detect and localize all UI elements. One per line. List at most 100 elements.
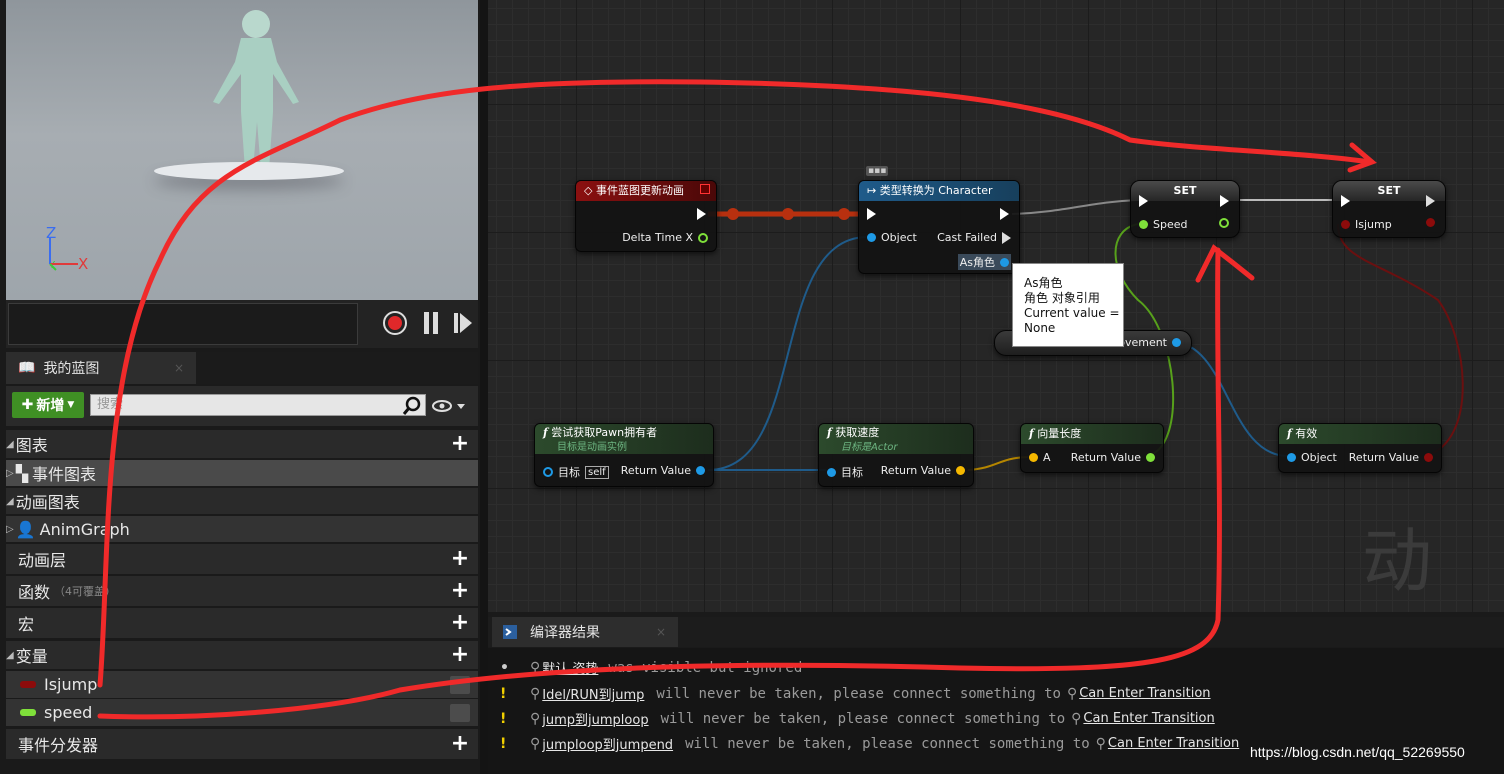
exec-out-pin[interactable]: [697, 208, 706, 220]
movement-out-pin[interactable]: ovement: [1118, 336, 1181, 349]
speed-out-pin[interactable]: [1219, 218, 1229, 228]
section-variables[interactable]: ◢ 变量 +: [6, 641, 478, 669]
section-graphs[interactable]: ◢ 图表 +: [6, 430, 478, 458]
add-macro-button[interactable]: +: [450, 612, 470, 634]
add-new-label: 新增: [36, 398, 65, 414]
return-value-label: Return Value: [620, 464, 691, 477]
target-pin[interactable]: 目标: [827, 464, 863, 480]
self-box: self: [585, 465, 609, 479]
search-input[interactable]: 搜索: [90, 394, 426, 416]
message-target-link[interactable]: Can Enter Transition: [1079, 686, 1210, 701]
tab-my-blueprint[interactable]: 📖 我的蓝图 ×: [6, 352, 196, 384]
function-icon: f: [1029, 427, 1034, 440]
record-icon[interactable]: [382, 310, 408, 336]
vector-length-node[interactable]: f 向量长度 A Return Value: [1020, 423, 1164, 473]
section-variables-label: 变量: [15, 647, 48, 666]
section-anim-layers[interactable]: 动画层 +: [6, 544, 478, 574]
return-value-pin[interactable]: Return Value: [1349, 451, 1433, 464]
visibility-icon[interactable]: [450, 675, 470, 694]
object-pin[interactable]: Object: [1287, 451, 1337, 464]
timeline-field[interactable]: [8, 303, 358, 345]
return-value-pin[interactable]: Return Value: [1071, 451, 1155, 464]
delegate-icon[interactable]: [700, 184, 710, 194]
a-pin[interactable]: A: [1029, 451, 1051, 464]
list-item: • ⚲ 默认 姿势 was visible but ignored: [500, 658, 802, 678]
close-icon[interactable]: ×: [656, 625, 666, 639]
exec-out-pin[interactable]: [1426, 195, 1435, 207]
graph-watermark: 动画: [1362, 520, 1434, 602]
cast-to-character-node[interactable]: ↦ 类型转换为 Character Object Cast Failed As角…: [858, 180, 1020, 274]
pause-icon[interactable]: [418, 310, 444, 336]
add-anim-layer-button[interactable]: +: [450, 548, 470, 570]
set-speed-node[interactable]: SET Speed: [1130, 180, 1240, 238]
object-pin-icon: [1172, 338, 1181, 347]
message-link[interactable]: Idel/RUN到jump: [542, 684, 644, 703]
compiler-results-tabbar: 编译器结果 ×: [488, 617, 1504, 647]
return-value-pin[interactable]: Return Value: [621, 464, 705, 477]
exec-in-pin[interactable]: [1341, 195, 1350, 207]
try-get-pawn-owner-node[interactable]: f 尝试获取Pawn拥有者 目标是动画实例 目标 self Return Val…: [534, 423, 714, 487]
return-value-pin[interactable]: Return Value: [881, 464, 965, 477]
anim-graph-label: AnimGraph: [39, 519, 130, 539]
delta-time-pin[interactable]: Delta Time X: [622, 231, 708, 244]
add-new-button[interactable]: ✚ 新增 ▼: [12, 392, 84, 418]
panel-splitter[interactable]: [480, 0, 488, 774]
isjump-pin[interactable]: Isjump: [1341, 218, 1392, 231]
section-macros[interactable]: 宏 +: [6, 608, 478, 638]
variable-isjump[interactable]: Isjump: [6, 671, 478, 698]
add-function-button[interactable]: +: [450, 580, 470, 602]
comment-icon[interactable]: ▪▪▪: [866, 166, 889, 176]
variable-speed[interactable]: speed: [6, 699, 478, 726]
step-forward-icon[interactable]: [450, 310, 476, 336]
item-anim-graph[interactable]: ▷ 👤 AnimGraph: [6, 516, 478, 542]
section-anim-graphs-label: 动画图表: [15, 493, 80, 512]
message-target-link[interactable]: Can Enter Transition: [1108, 736, 1239, 751]
return-value-label: Return Value: [880, 464, 951, 477]
tab-compiler-results[interactable]: 编译器结果 ×: [492, 617, 678, 647]
section-functions[interactable]: 函数 （4可覆盖） +: [6, 576, 478, 606]
is-valid-node[interactable]: f 有效 Object Return Value: [1278, 423, 1442, 473]
event-graph-canvas[interactable]: ◇ 事件蓝图更新动画 Delta Time X ▪▪▪ ↦ 类型转换为 Char…: [488, 0, 1504, 612]
warning-icon: !: [500, 735, 507, 752]
add-variable-button[interactable]: +: [450, 644, 470, 666]
viewport[interactable]: Z X Y: [6, 0, 478, 300]
get-velocity-node[interactable]: f 获取速度 目标是Actor 目标 Return Value: [818, 423, 974, 487]
warning-icon: !: [500, 710, 507, 727]
close-icon[interactable]: ×: [174, 361, 184, 375]
target-pin[interactable]: 目标 self: [543, 464, 609, 480]
event-blueprint-update-node[interactable]: ◇ 事件蓝图更新动画 Delta Time X: [575, 180, 717, 252]
as-character-label: As角色: [959, 256, 995, 269]
exec-out-pin[interactable]: [1000, 208, 1009, 220]
speed-pin[interactable]: Speed: [1139, 218, 1187, 231]
isjump-out-pin[interactable]: [1426, 218, 1435, 227]
exec-in-pin[interactable]: [1139, 195, 1148, 207]
set-isjump-node[interactable]: SET Isjump: [1332, 180, 1446, 238]
bool-pin-icon: [1341, 220, 1350, 229]
exec-icon: [1139, 195, 1148, 207]
visibility-icon[interactable]: [450, 703, 470, 722]
isjump-pin-label: Isjump: [1355, 218, 1392, 231]
event-graph-label: 事件图表: [32, 465, 97, 484]
exec-in-pin[interactable]: [867, 208, 876, 220]
message-link[interactable]: 默认 姿势: [542, 658, 598, 677]
exec-out-pin[interactable]: [1220, 195, 1229, 207]
add-graph-button[interactable]: +: [450, 433, 470, 455]
eye-icon[interactable]: [432, 398, 468, 414]
collapse-icon: ◢: [6, 649, 14, 661]
section-event-dispatchers[interactable]: 事件分发器 +: [6, 729, 478, 759]
exec-icon: [697, 208, 706, 220]
message-target-link[interactable]: Can Enter Transition: [1083, 711, 1214, 726]
return-value-label: Return Value: [1348, 451, 1419, 464]
object-pin[interactable]: Object: [867, 231, 917, 244]
add-event-dispatcher-button[interactable]: +: [450, 733, 470, 755]
message-link[interactable]: jumploop到jumpend: [542, 734, 673, 753]
cast-failed-pin[interactable]: Cast Failed: [937, 231, 1011, 244]
message-link[interactable]: jump到jumploop: [542, 709, 648, 728]
item-event-graph[interactable]: ▷ ▚ 事件图表: [6, 460, 478, 486]
bool-pin-icon: [1426, 218, 1435, 227]
section-anim-graphs[interactable]: ◢ 动画图表: [6, 488, 478, 514]
as-character-pin[interactable]: As角色: [957, 254, 1011, 270]
node-header: ◇ 事件蓝图更新动画: [576, 181, 716, 201]
search-icon[interactable]: [402, 396, 422, 416]
vector-pin-icon: [956, 466, 965, 475]
